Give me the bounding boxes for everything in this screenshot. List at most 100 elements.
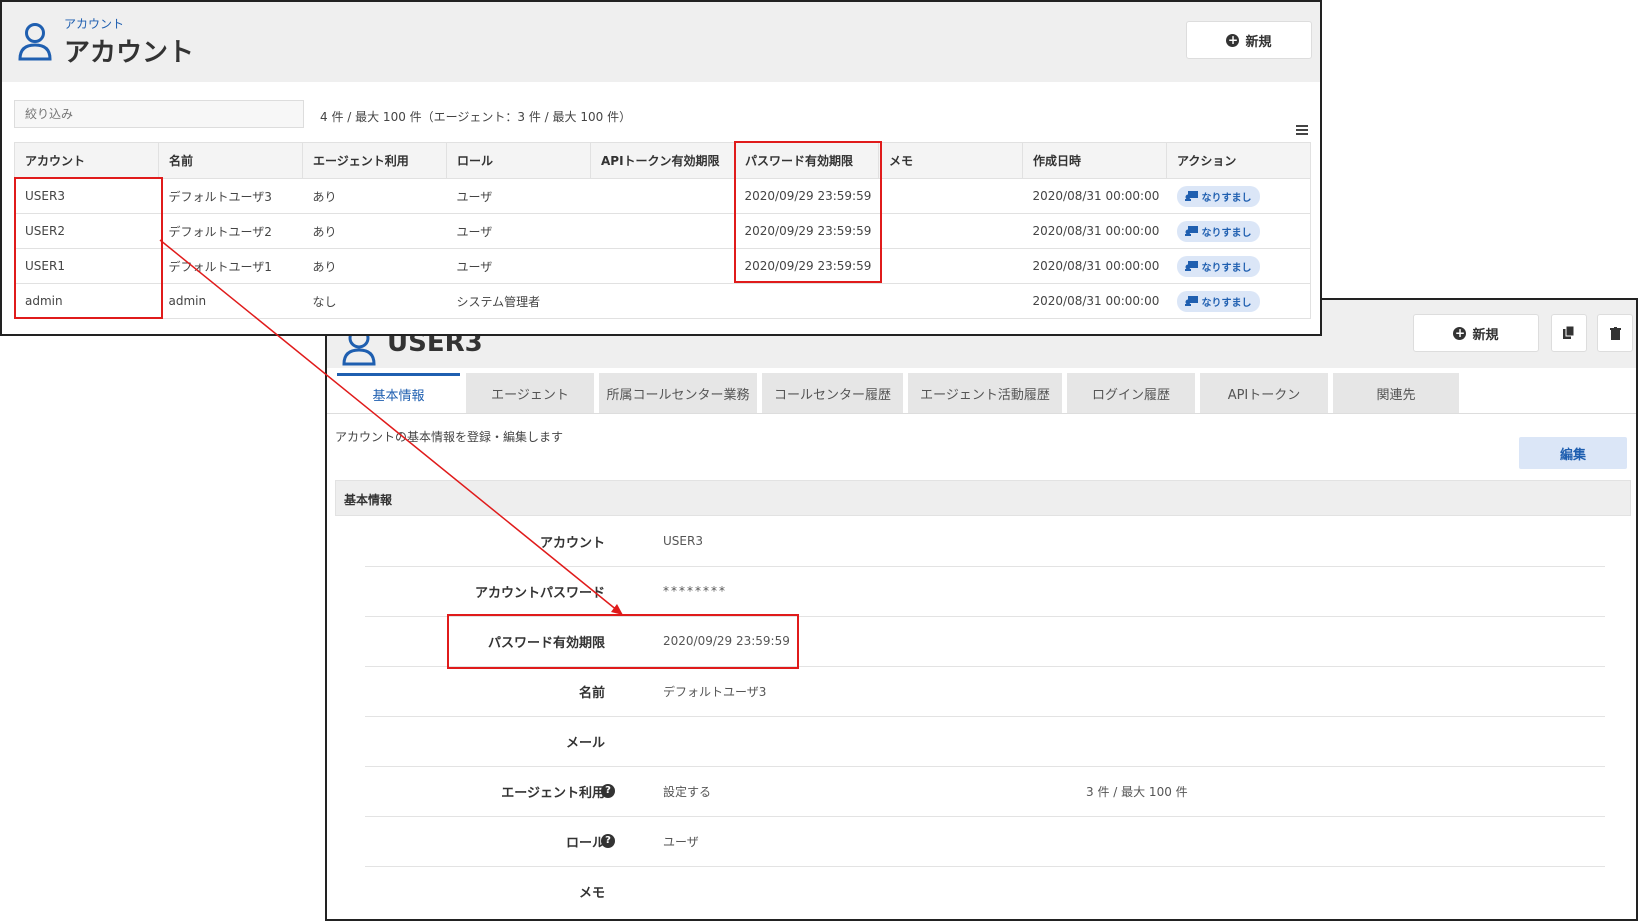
table-header-row: アカウント 名前 エージェント利用 ロール APIトークン有効期限 パスワード有…	[14, 142, 1311, 179]
filter-input[interactable]	[14, 100, 304, 128]
question-icon[interactable]: ?	[601, 834, 615, 848]
field-row-mail: メール	[365, 716, 1605, 767]
cell-created: 2020/08/31 00:00:00	[1022, 248, 1167, 284]
list-new-button[interactable]: + 新規	[1186, 21, 1312, 59]
impersonate-label: なりすまし	[1201, 297, 1252, 309]
cell-name: デフォルトユーザ1	[158, 248, 303, 284]
result-count: 4 件 / 最大 100 件（エージェント：3 件 / 最大 100 件）	[320, 110, 632, 124]
impersonate-icon	[1184, 191, 1198, 201]
cell-agent: なし	[302, 283, 447, 319]
breadcrumb[interactable]: アカウント	[64, 15, 124, 32]
column-header[interactable]: アカウント	[14, 142, 159, 179]
cell-role: システム管理者	[446, 283, 591, 319]
basic-info-section-header: 基本情報	[335, 480, 1631, 516]
field-row-role: ロール ? ユーザ	[365, 816, 1605, 867]
tab-divider	[327, 413, 1636, 414]
field-value: 設定する	[663, 784, 712, 799]
plus-circle-icon: +	[1226, 32, 1240, 47]
page-title: アカウント	[64, 38, 195, 68]
column-header[interactable]: ロール	[446, 142, 591, 179]
field-row-memo: メモ	[365, 866, 1605, 916]
table-row[interactable]: USER1 デフォルトユーザ1 あり ユーザ 2020/09/29 23:59:…	[14, 248, 1311, 284]
detail-new-label: 新規	[1472, 327, 1499, 343]
cell-action: なりすまし	[1166, 213, 1311, 249]
field-label: エージェント利用	[501, 785, 605, 801]
cell-agent: あり	[302, 178, 447, 214]
highlight-account-column	[14, 177, 163, 319]
field-label: 名前	[578, 685, 605, 701]
plus-circle-icon: +	[1453, 325, 1467, 340]
tab-api-token[interactable]: APIトークン	[1200, 373, 1328, 413]
cell-api-expiry	[590, 248, 735, 284]
field-row-password: アカウントパスワード ********	[365, 566, 1605, 617]
column-header[interactable]: 作成日時	[1022, 142, 1167, 179]
tab-callcenter-business[interactable]: 所属コールセンター業務	[599, 373, 757, 413]
column-header[interactable]: メモ	[878, 142, 1023, 179]
impersonate-icon	[1184, 261, 1198, 271]
impersonate-label: なりすまし	[1201, 192, 1252, 204]
impersonate-icon	[1184, 226, 1198, 236]
cell-name: デフォルトユーザ2	[158, 213, 303, 249]
cell-created: 2020/08/31 00:00:00	[1022, 213, 1167, 249]
impersonate-label: なりすまし	[1201, 227, 1252, 239]
copy-icon	[1563, 326, 1575, 339]
cell-agent: あり	[302, 248, 447, 284]
cell-memo	[878, 283, 1023, 319]
cell-memo	[878, 248, 1023, 284]
cell-memo	[878, 213, 1023, 249]
account-table: アカウント 名前 エージェント利用 ロール APIトークン有効期限 パスワード有…	[14, 142, 1311, 319]
highlight-password-expiry-column	[734, 141, 882, 283]
cell-api-expiry	[590, 283, 735, 319]
cell-role: ユーザ	[446, 248, 591, 284]
impersonate-button[interactable]: なりすまし	[1176, 255, 1260, 277]
impersonate-button[interactable]: なりすまし	[1176, 220, 1260, 242]
table-row[interactable]: USER2 デフォルトユーザ2 あり ユーザ 2020/09/29 23:59:…	[14, 213, 1311, 249]
detail-description: アカウントの基本情報を登録・編集します	[335, 430, 564, 444]
tab-related[interactable]: 関連先	[1333, 373, 1459, 413]
column-header[interactable]: APIトークン有効期限	[590, 142, 735, 179]
cell-role: ユーザ	[446, 178, 591, 214]
edit-button[interactable]: 編集	[1519, 437, 1627, 469]
cell-created: 2020/08/31 00:00:00	[1022, 178, 1167, 214]
detail-new-button[interactable]: + 新規	[1413, 314, 1539, 352]
impersonate-label: なりすまし	[1201, 262, 1252, 274]
table-row[interactable]: admin admin なし システム管理者 2020/08/31 00:00:…	[14, 283, 1311, 319]
cell-action: なりすまし	[1166, 248, 1311, 284]
tab-agent[interactable]: エージェント	[466, 373, 594, 413]
account-detail-panel: USER3 + 新規 基本情報 エージェント 所属コールセンター業務 コールセン…	[325, 298, 1638, 921]
cell-created: 2020/08/31 00:00:00	[1022, 283, 1167, 319]
delete-button[interactable]	[1597, 314, 1633, 352]
list-header: アカウント アカウント + 新規	[2, 2, 1320, 82]
field-row-name: 名前 デフォルトユーザ3	[365, 666, 1605, 717]
table-row[interactable]: USER3 デフォルトユーザ3 あり ユーザ 2020/09/29 23:59:…	[14, 178, 1311, 214]
column-header: アクション	[1166, 142, 1311, 179]
field-row-agent-use: エージェント利用 ? 設定する 3 件 / 最大 100 件	[365, 766, 1605, 817]
column-header[interactable]: エージェント利用	[302, 142, 447, 179]
field-value: USER3	[663, 534, 703, 548]
cell-api-expiry	[590, 213, 735, 249]
impersonate-button[interactable]: なりすまし	[1176, 185, 1260, 207]
tab-agent-activity-history[interactable]: エージェント活動履歴	[908, 373, 1062, 413]
tab-callcenter-history[interactable]: コールセンター履歴	[762, 373, 903, 413]
menu-icon[interactable]	[1296, 125, 1308, 137]
trash-icon	[1609, 326, 1621, 340]
field-label: アカウントパスワード	[474, 585, 605, 601]
column-header[interactable]: 名前	[158, 142, 303, 179]
field-value: デフォルトユーザ3	[663, 684, 767, 699]
copy-button[interactable]	[1551, 314, 1587, 352]
cell-name: デフォルトユーザ3	[158, 178, 303, 214]
field-label: アカウント	[539, 535, 605, 551]
tab-login-history[interactable]: ログイン履歴	[1067, 373, 1195, 413]
cell-agent: あり	[302, 213, 447, 249]
cell-pw-expiry	[734, 283, 879, 319]
impersonate-button[interactable]: なりすまし	[1176, 290, 1260, 312]
agent-count: 3 件 / 最大 100 件	[1086, 784, 1188, 799]
question-icon[interactable]: ?	[601, 784, 615, 798]
account-list-panel: アカウント アカウント + 新規 4 件 / 最大 100 件（エージェント：3…	[0, 0, 1322, 336]
user-icon	[18, 23, 52, 61]
field-value: ユーザ	[663, 834, 699, 849]
field-value: ********	[663, 584, 727, 598]
tab-basic-info[interactable]: 基本情報	[337, 373, 460, 413]
cell-api-expiry	[590, 178, 735, 214]
field-label: メール	[565, 735, 605, 751]
